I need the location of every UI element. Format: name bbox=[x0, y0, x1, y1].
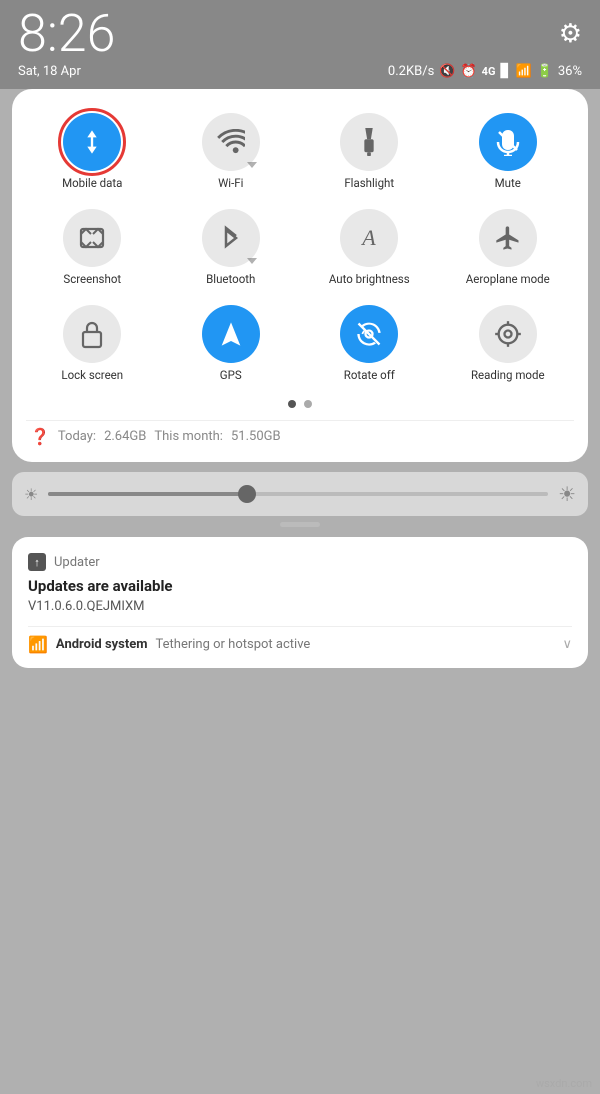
mute-status-icon: 🔇 bbox=[439, 64, 455, 79]
data-usage-icon: ❓ bbox=[30, 427, 50, 446]
notif-body: V11.0.6.0.QEJMIXM bbox=[28, 599, 572, 614]
gps-icon bbox=[202, 305, 260, 363]
auto-brightness-icon: A bbox=[340, 209, 398, 267]
lock-screen-icon bbox=[63, 305, 121, 363]
tile-aeroplane[interactable]: Aeroplane mode bbox=[442, 203, 575, 293]
notif-footer: 📶 Android system Tethering or hotspot ac… bbox=[28, 635, 572, 654]
auto-brightness-label: Auto brightness bbox=[329, 273, 410, 287]
pagination-dot-1 bbox=[288, 400, 296, 408]
status-bar: 8:26 ⚙ bbox=[0, 0, 600, 64]
mute-label: Mute bbox=[495, 177, 521, 191]
tile-auto-brightness[interactable]: A Auto brightness bbox=[303, 203, 436, 293]
mobile-data-label: Mobile data bbox=[62, 177, 122, 191]
watermark: wsxdn.com bbox=[536, 1077, 592, 1090]
settings-icon[interactable]: ⚙ bbox=[559, 19, 582, 49]
wifi-tile-icon bbox=[202, 113, 260, 171]
month-value: 51.50GB bbox=[231, 429, 281, 444]
notif-divider bbox=[28, 626, 572, 627]
tile-grid: Mobile data Wi-Fi bbox=[26, 107, 574, 388]
4g-icon: 4G bbox=[482, 65, 496, 78]
tile-flashlight[interactable]: Flashlight bbox=[303, 107, 436, 197]
brightness-fill bbox=[48, 492, 248, 496]
tile-reading-mode[interactable]: Reading mode bbox=[442, 299, 575, 389]
flashlight-label: Flashlight bbox=[344, 177, 394, 191]
data-usage-row: ❓ Today: 2.64GB This month: 51.50GB bbox=[26, 420, 574, 448]
rotate-off-label: Rotate off bbox=[344, 369, 395, 383]
tile-screenshot[interactable]: Screenshot bbox=[26, 203, 159, 293]
pagination bbox=[26, 400, 574, 408]
aeroplane-label: Aeroplane mode bbox=[466, 273, 550, 287]
clock: 8:26 bbox=[18, 8, 115, 60]
tile-lock-screen[interactable]: Lock screen bbox=[26, 299, 159, 389]
chevron-down-icon[interactable]: ∨ bbox=[562, 637, 572, 652]
date-label: Sat, 18 Apr bbox=[18, 64, 81, 79]
aeroplane-icon bbox=[479, 209, 537, 267]
tile-bluetooth[interactable]: Bluetooth bbox=[165, 203, 298, 293]
scroll-handle bbox=[280, 522, 320, 527]
today-value: 2.64GB bbox=[104, 429, 146, 444]
screenshot-icon bbox=[63, 209, 121, 267]
android-system-label: Android system bbox=[56, 637, 148, 652]
battery-percent: 36% bbox=[558, 64, 582, 79]
android-system-icon: 📶 bbox=[28, 635, 48, 654]
mute-tile-icon bbox=[479, 113, 537, 171]
wifi-label: Wi-Fi bbox=[218, 177, 243, 191]
month-label: This month: bbox=[154, 429, 223, 444]
svg-text:A: A bbox=[361, 225, 377, 250]
brightness-bar[interactable]: ☀ ☀ bbox=[12, 472, 588, 516]
brightness-max-icon: ☀ bbox=[558, 482, 576, 506]
screenshot-label: Screenshot bbox=[63, 273, 121, 287]
network-speed: 0.2KB/s bbox=[388, 64, 434, 79]
notif-title: Updates are available bbox=[28, 577, 572, 595]
mobile-data-icon bbox=[63, 113, 121, 171]
updater-app-icon: ↑ bbox=[28, 553, 46, 571]
bluetooth-label: Bluetooth bbox=[206, 273, 255, 287]
today-label: Today: bbox=[58, 429, 96, 444]
gps-label: GPS bbox=[220, 369, 242, 383]
brightness-track[interactable] bbox=[48, 492, 548, 496]
tile-mobile-data[interactable]: Mobile data bbox=[26, 107, 159, 197]
notification-card[interactable]: ↑ Updater Updates are available V11.0.6.… bbox=[12, 537, 588, 668]
tile-mute[interactable]: Mute bbox=[442, 107, 575, 197]
android-system-desc: Tethering or hotspot active bbox=[156, 637, 311, 652]
reading-mode-label: Reading mode bbox=[471, 369, 545, 383]
lock-screen-label: Lock screen bbox=[61, 369, 123, 383]
quick-settings-panel: Mobile data Wi-Fi bbox=[12, 89, 588, 462]
tile-gps[interactable]: GPS bbox=[165, 299, 298, 389]
battery-icon: 🔋 bbox=[537, 64, 553, 79]
flashlight-icon bbox=[340, 113, 398, 171]
updater-app-name: Updater bbox=[54, 555, 100, 570]
bluetooth-icon bbox=[202, 209, 260, 267]
alarm-icon: ⏰ bbox=[460, 64, 476, 79]
wifi-status-icon: 📶 bbox=[515, 64, 531, 79]
status-bar-second-row: Sat, 18 Apr 0.2KB/s 🔇 ⏰ 4G ▊ 📶 🔋 36% bbox=[0, 64, 600, 89]
pagination-dot-2 bbox=[304, 400, 312, 408]
signal-icon: ▊ bbox=[500, 64, 510, 79]
status-icons: 0.2KB/s 🔇 ⏰ 4G ▊ 📶 🔋 36% bbox=[388, 64, 582, 79]
tile-rotate-off[interactable]: Rotate off bbox=[303, 299, 436, 389]
reading-mode-icon bbox=[479, 305, 537, 363]
brightness-min-icon: ☀ bbox=[24, 485, 38, 504]
notif-header: ↑ Updater bbox=[28, 553, 572, 571]
rotate-off-icon bbox=[340, 305, 398, 363]
tile-wifi[interactable]: Wi-Fi bbox=[165, 107, 298, 197]
brightness-thumb[interactable] bbox=[238, 485, 256, 503]
